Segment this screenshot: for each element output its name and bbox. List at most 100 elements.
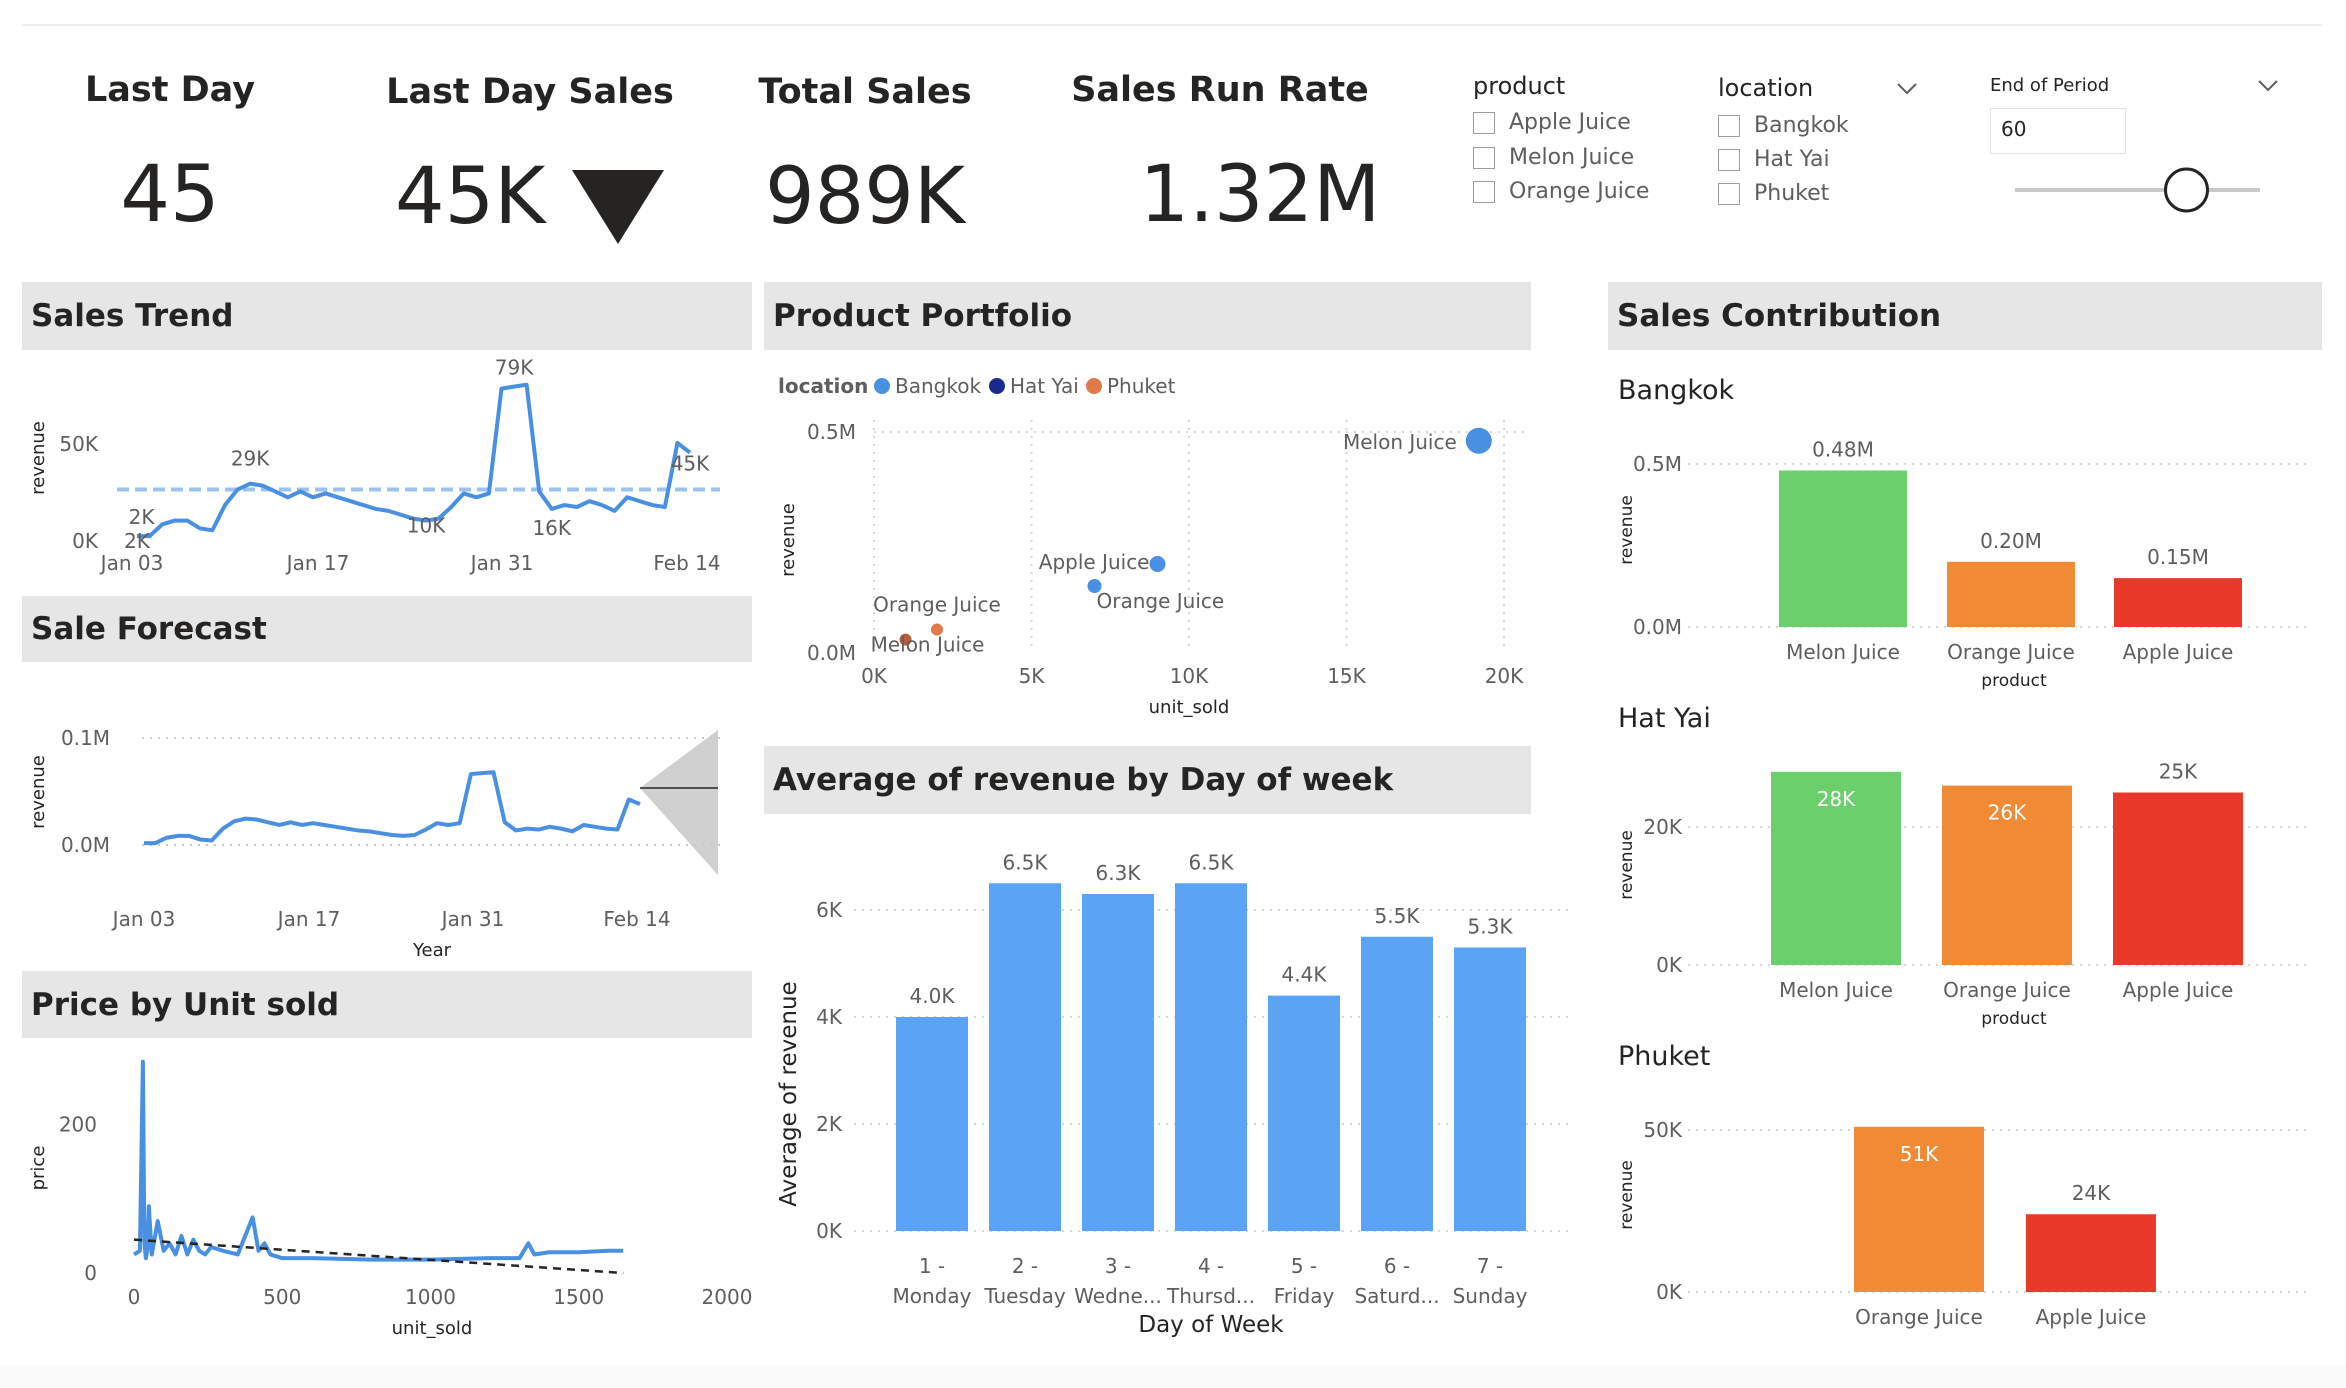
kpi-last-day-sales-value: 45K [395,152,546,242]
x-tick-label: Melon Juice [1786,640,1900,664]
x-tick-label: 15K [1327,664,1366,688]
y-tick-label: 0.5M [807,420,856,444]
checkbox[interactable] [1473,111,1495,134]
product-slicer-item[interactable]: Melon Juice [1473,145,1634,170]
x-tick-label: 4 - [1198,1254,1224,1278]
period-slider[interactable] [2010,165,2270,215]
checkbox[interactable] [1718,114,1740,137]
trend-line [133,1238,624,1275]
day-bar [1268,995,1340,1231]
y-tick-label: 0.1M [61,726,110,750]
x-tick-label: Wedne... [1074,1284,1162,1308]
product-slicer-title: product [1473,72,1566,100]
point-label: Melon Juice [871,633,985,657]
y-tick-label: 50K [1643,1118,1682,1142]
data-label: 10K [407,514,446,538]
point-label: Melon Juice [1343,430,1457,454]
y-tick-label: 0.5M [1633,452,1682,476]
location-slicer-item[interactable]: Hat Yai [1718,147,1830,172]
x-tick-label: 0K [861,664,888,688]
y-tick-label: 0K [1656,1280,1683,1304]
checkbox[interactable] [1718,182,1740,205]
avg-revenue-chart: Average of revenue 0K 2K 4K 6K 4.0K 1 - Monday 6… [776,850,1569,1338]
price-series-line [132,1059,624,1262]
x-tick-label: 1000 [405,1285,456,1309]
chevron-down-icon[interactable] [1896,82,1918,96]
panel-header-sale-forecast: Sale Forecast [22,596,752,662]
period-input[interactable]: 60 [1990,108,2126,154]
x-tick-label: Apple Juice [2123,640,2234,664]
bar-value-label: 0.48M [1812,438,1874,462]
contrib-hatyai-title: Hat Yai [1618,703,1711,734]
kpi-run-rate-title: Sales Run Rate [1071,70,1369,110]
scatter-point [1465,427,1492,454]
legend-marker [1086,378,1102,394]
checkbox[interactable] [1718,148,1740,171]
checkbox[interactable] [1473,180,1495,203]
panel-header-price-by-unit: Price by Unit sold [22,971,752,1038]
panel-header-sales-trend: Sales Trend [22,282,752,350]
y-axis-label: revenue [28,421,49,495]
panel-header-sales-contribution: Sales Contribution [1608,282,2322,350]
legend-title: location [778,374,868,398]
x-tick-label: 3 - [1105,1254,1131,1278]
x-tick-label: Jan 31 [469,551,534,575]
x-tick-label: Jan 03 [111,907,176,931]
x-tick-label: Feb 14 [603,907,670,931]
bar-value-label: 5.5K [1375,904,1421,928]
location-slicer-item[interactable]: Phuket [1718,181,1829,206]
x-tick-label: Feb 14 [653,551,720,575]
y-tick-label: 0K [816,1219,843,1243]
x-tick-label: 20K [1485,664,1524,688]
y-axis-label: price [28,1146,49,1191]
x-tick-label: Jan 17 [276,907,341,931]
location-slicer-item[interactable]: Bangkok [1718,113,1849,138]
bar-value-label: 0.20M [1980,529,2042,553]
x-tick-label: 10K [1170,664,1209,688]
bar-value-label: 28K [1817,787,1856,811]
x-axis-label: unit_sold [1149,697,1230,718]
product-portfolio-chart: location Bangkok Hat Yai Phuket 0.5M 0.0M0K 5K… [778,374,1524,718]
period-slicer-title: End of Period [1990,75,2110,96]
x-tick-label: 2000 [702,1285,752,1309]
x-tick-label: Melon Juice [1779,978,1893,1002]
x-tick-label: Jan 03 [99,551,164,575]
y-tick-label: 0.0M [807,641,856,665]
bar-value-label: 26K [1988,801,2027,825]
day-bar [1454,947,1526,1231]
sales-trend-chart: revenue 0K 50K Jan 03 Jan 17 Jan 31 Feb 14 2K2K… [28,356,721,575]
bar-value-label: 6.5K [1189,850,1235,874]
product-bar [2114,578,2242,627]
legend-marker [874,378,890,394]
contrib-bangkok-title: Bangkok [1618,375,1735,406]
product-slicer-item[interactable]: Orange Juice [1473,179,1649,204]
chevron-down-icon[interactable] [2257,79,2279,93]
x-tick-label: Jan 31 [440,907,505,931]
checkbox[interactable] [1473,146,1495,169]
y-tick-label: 4K [816,1005,843,1029]
bar-value-label: 4.0K [910,984,956,1008]
y-axis-label: revenue [1617,830,1637,900]
day-bar [1082,893,1154,1231]
bar-value-label: 24K [2072,1181,2111,1205]
x-tick-label: 2 - [1012,1254,1038,1278]
y-tick-label: 0K [1656,953,1683,977]
top-divider [22,24,2322,26]
scatter-point [1149,556,1166,572]
x-tick-label: 5 - [1291,1254,1317,1278]
contrib-bangkok-chart: revenue 0.0M 0.5M 0.48M Melon Juice 0.20M Oran… [1617,438,2306,691]
point-label: Orange Juice [1097,589,1225,613]
day-bar [896,1017,968,1231]
forecast-confidence-band [640,730,718,875]
bar-value-label: 25K [2159,760,2198,784]
bottom-strip [0,1365,2346,1388]
day-bar [1175,883,1247,1231]
y-tick-label: 2K [816,1112,843,1136]
x-tick-label: Tuesday [983,1284,1066,1308]
day-bar [989,883,1061,1231]
kpi-last-day-value: 45 [120,150,220,240]
product-slicer-item[interactable]: Apple Juice [1473,110,1631,135]
slider-thumb[interactable] [2164,167,2209,213]
product-bar [2113,792,2243,965]
data-label: 29K [231,447,270,471]
